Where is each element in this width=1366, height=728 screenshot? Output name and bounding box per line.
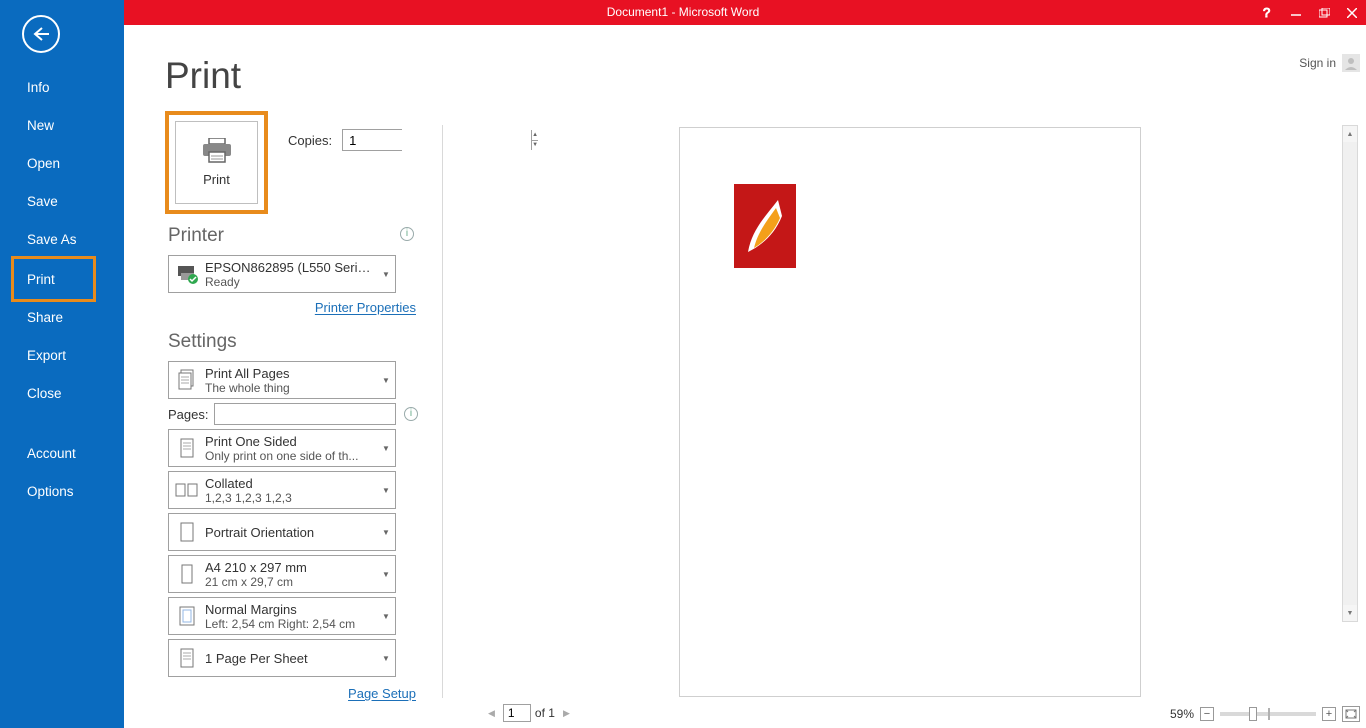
close-icon[interactable] <box>1338 0 1366 25</box>
printer-info-icon[interactable]: i <box>400 227 414 241</box>
printer-status-icon <box>176 264 198 284</box>
settings-heading: Settings <box>168 331 418 353</box>
page-of-label: of 1 <box>535 706 555 720</box>
preview-scrollbar[interactable]: ▲ ▼ <box>1342 125 1358 622</box>
document-logo <box>734 184 796 268</box>
page-setup-link[interactable]: Page Setup <box>348 686 416 701</box>
zoom-to-page-button[interactable] <box>1342 706 1360 722</box>
help-icon[interactable]: ? <box>1254 0 1282 25</box>
pages-input[interactable] <box>214 403 396 425</box>
printer-heading: Printer <box>168 225 224 246</box>
sidebar-item-account[interactable]: Account <box>0 434 124 472</box>
sidebar-item-saveas[interactable]: Save As <box>0 220 124 258</box>
svg-text:?: ? <box>1263 7 1270 19</box>
vertical-divider <box>442 125 443 698</box>
sidebar-item-save[interactable]: Save <box>0 182 124 220</box>
sidebar-item-print[interactable]: Print <box>0 260 124 298</box>
scroll-up-icon[interactable]: ▲ <box>1343 126 1357 142</box>
sidebar-item-close[interactable]: Close <box>0 374 124 412</box>
page-title: Print <box>165 55 241 97</box>
chevron-down-icon: ▼ <box>377 640 395 676</box>
zoom-controls: 59% − + <box>1170 704 1360 724</box>
collate-dropdown[interactable]: Collated 1,2,3 1,2,3 1,2,3 ▼ <box>168 471 396 509</box>
printer-properties-link[interactable]: Printer Properties <box>315 300 416 315</box>
printer-name: EPSON862895 (L550 Series) <box>205 260 375 275</box>
zoom-out-button[interactable]: − <box>1200 707 1214 721</box>
zoom-percent[interactable]: 59% <box>1170 707 1194 721</box>
user-avatar-icon <box>1342 54 1360 72</box>
paper-icon <box>179 563 195 585</box>
back-button[interactable] <box>22 15 60 53</box>
pages-label: Pages: <box>168 407 208 422</box>
print-preview <box>477 25 1342 698</box>
chevron-down-icon: ▼ <box>377 556 395 592</box>
preview-page <box>679 127 1141 697</box>
pages-per-sheet-dropdown[interactable]: 1 Page Per Sheet ▼ <box>168 639 396 677</box>
one-page-per-sheet-icon <box>179 648 195 668</box>
zoom-in-button[interactable]: + <box>1322 707 1336 721</box>
chevron-down-icon: ▼ <box>377 472 395 508</box>
chevron-down-icon: ▼ <box>377 514 395 550</box>
pages-info-icon[interactable]: i <box>404 407 418 421</box>
copies-spinner[interactable]: ▲ ▼ <box>342 129 402 151</box>
sidebar-item-options[interactable]: Options <box>0 472 124 510</box>
sidebar-item-share[interactable]: Share <box>0 298 124 336</box>
zoom-slider[interactable] <box>1220 712 1316 716</box>
next-page-button[interactable]: ▶ <box>559 708 574 719</box>
portrait-icon <box>179 522 195 542</box>
print-button-label: Print <box>203 172 230 187</box>
printer-icon <box>201 138 233 164</box>
title-bar: Document1 - Microsoft Word ? <box>0 0 1366 25</box>
collated-icon <box>175 481 199 499</box>
copies-label: Copies: <box>288 133 332 148</box>
chevron-down-icon: ▼ <box>377 362 395 398</box>
sidebar-item-open[interactable]: Open <box>0 144 124 182</box>
chevron-down-icon: ▼ <box>377 430 395 466</box>
printer-status: Ready <box>205 275 375 289</box>
printer-dropdown[interactable]: EPSON862895 (L550 Series) Ready ▼ <box>168 255 396 293</box>
scroll-down-icon[interactable]: ▼ <box>1343 605 1357 621</box>
zoom-thumb[interactable] <box>1249 707 1257 721</box>
backstage-sidebar: Info New Open Save Save As Print Share E… <box>0 0 124 728</box>
fit-page-icon <box>1345 709 1357 719</box>
pages-icon <box>177 369 197 391</box>
paper-size-dropdown[interactable]: A4 210 x 297 mm 21 cm x 29,7 cm ▼ <box>168 555 396 593</box>
chevron-down-icon: ▼ <box>377 598 395 634</box>
sidebar-item-export[interactable]: Export <box>0 336 124 374</box>
highlight-box-print-button: Print <box>165 111 268 214</box>
backstage-main: Sign in Print Print Copies: <box>124 25 1366 728</box>
sidebar-item-new[interactable]: New <box>0 106 124 144</box>
sided-dropdown[interactable]: Print One Sided Only print on one side o… <box>168 429 396 467</box>
margins-icon <box>178 605 196 627</box>
prev-page-button[interactable]: ◀ <box>484 708 499 719</box>
current-page-input[interactable] <box>503 704 531 722</box>
orientation-dropdown[interactable]: Portrait Orientation ▼ <box>168 513 396 551</box>
restore-icon[interactable] <box>1310 0 1338 25</box>
arrow-left-icon <box>32 27 50 41</box>
sidebar-item-info[interactable]: Info <box>0 68 124 106</box>
print-range-dropdown[interactable]: Print All Pages The whole thing ▼ <box>168 361 396 399</box>
print-button[interactable]: Print <box>175 121 258 204</box>
margins-dropdown[interactable]: Normal Margins Left: 2,54 cm Right: 2,54… <box>168 597 396 635</box>
one-sided-icon <box>178 437 196 459</box>
minimize-icon[interactable] <box>1282 0 1310 25</box>
chevron-down-icon: ▼ <box>377 256 395 292</box>
preview-page-nav: ◀ of 1 ▶ <box>484 702 574 724</box>
window-title: Document1 - Microsoft Word <box>0 0 1366 25</box>
